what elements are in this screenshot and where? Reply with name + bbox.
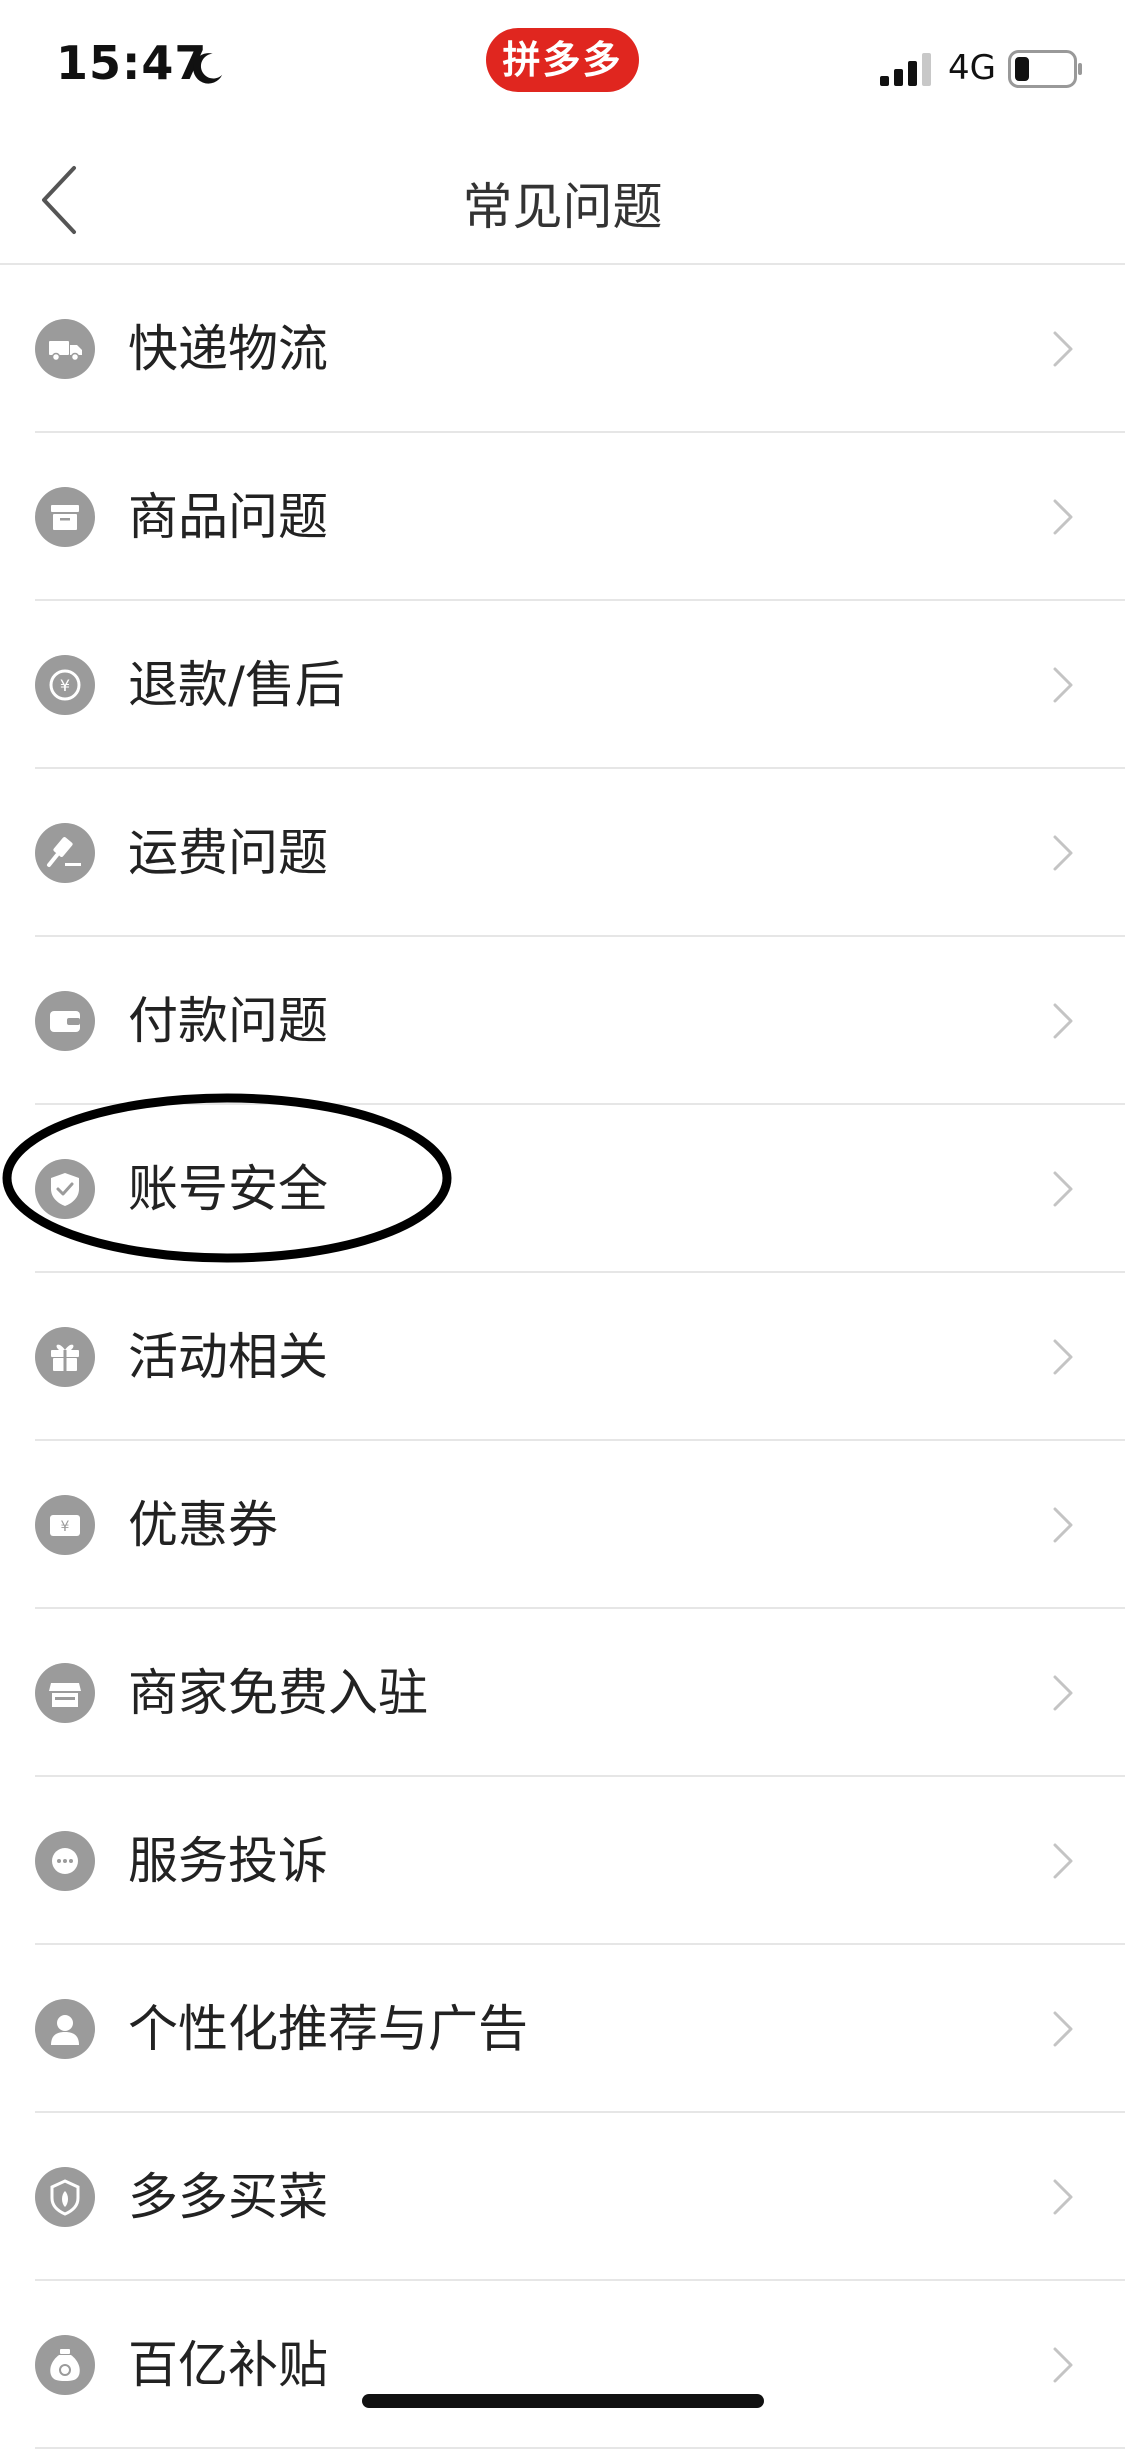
faq-item-subsidy[interactable]: 百亿补贴 (0, 2281, 1125, 2449)
person-icon (35, 1999, 95, 2059)
faq-item-label: 商品问题 (128, 488, 328, 546)
battery-icon (1008, 50, 1082, 88)
faq-list: 快递物流 商品问题 ¥ 退款/售后 运费问题 付款问题 账号安全 活动相关 ¥ … (0, 265, 1125, 2449)
wallet-icon (35, 991, 95, 1051)
faq-item-label: 退款/售后 (128, 656, 345, 714)
chevron-right-icon (1053, 1171, 1073, 1207)
faq-item-complaints[interactable]: 服务投诉 (0, 1777, 1125, 1945)
faq-item-logistics[interactable]: 快递物流 (0, 265, 1125, 433)
faq-item-refund[interactable]: ¥ 退款/售后 (0, 601, 1125, 769)
chevron-right-icon (1053, 1843, 1073, 1879)
box-icon (35, 487, 95, 547)
faq-item-label: 快递物流 (128, 320, 328, 378)
gavel-icon (35, 823, 95, 883)
faq-item-label: 个性化推荐与广告 (128, 2000, 528, 2058)
chevron-right-icon (1053, 1003, 1073, 1039)
chevron-right-icon (1053, 1675, 1073, 1711)
faq-item-personalized-ads[interactable]: 个性化推荐与广告 (0, 1945, 1125, 2113)
faq-item-shipping-fee[interactable]: 运费问题 (0, 769, 1125, 937)
page-title: 常见问题 (462, 178, 663, 236)
money-bag-icon (35, 2335, 95, 2395)
faq-item-label: 商家免费入驻 (128, 1664, 428, 1722)
faq-item-label: 运费问题 (128, 824, 328, 882)
faq-item-label: 付款问题 (128, 992, 328, 1050)
svg-text:¥: ¥ (61, 1519, 70, 1535)
chevron-right-icon (1053, 667, 1073, 703)
chevron-right-icon (1053, 835, 1073, 871)
faq-item-merchant-join[interactable]: 商家免费入驻 (0, 1609, 1125, 1777)
status-bar: 15:47 拼多多 4G (0, 0, 1125, 135)
chevron-right-icon (1053, 2347, 1073, 2383)
yuan-coin-icon: ¥ (35, 655, 95, 715)
chevron-right-icon (1053, 1507, 1073, 1543)
chevron-right-icon (1053, 499, 1073, 535)
faq-item-label: 活动相关 (128, 1328, 328, 1386)
chat-bubble-icon (35, 1831, 95, 1891)
nav-bar: 常见问题 (0, 135, 1125, 265)
gift-icon (35, 1327, 95, 1387)
faq-item-grocery[interactable]: 多多买菜 (0, 2113, 1125, 2281)
network-type: 4G (948, 48, 996, 88)
faq-item-account-security[interactable]: 账号安全 (0, 1105, 1125, 1273)
faq-item-activities[interactable]: 活动相关 (0, 1273, 1125, 1441)
status-time: 15:47 (56, 36, 208, 90)
app-badge: 拼多多 (486, 28, 639, 92)
chevron-right-icon (1053, 331, 1073, 367)
faq-item-product[interactable]: 商品问题 (0, 433, 1125, 601)
coupon-icon: ¥ (35, 1495, 95, 1555)
store-icon (35, 1663, 95, 1723)
faq-item-label: 服务投诉 (128, 1832, 328, 1890)
chevron-right-icon (1053, 2011, 1073, 2047)
faq-item-payment[interactable]: 付款问题 (0, 937, 1125, 1105)
home-indicator[interactable] (362, 2394, 764, 2408)
vegetable-badge-icon (35, 2167, 95, 2227)
faq-item-label: 优惠券 (128, 1496, 278, 1554)
faq-item-label: 多多买菜 (128, 2168, 328, 2226)
chevron-right-icon (1053, 2179, 1073, 2215)
signal-icon (880, 53, 931, 86)
chevron-right-icon (1053, 1339, 1073, 1375)
faq-item-label: 账号安全 (128, 1160, 328, 1218)
faq-item-label: 百亿补贴 (128, 2336, 328, 2394)
shield-icon (35, 1159, 95, 1219)
moon-icon (193, 53, 223, 84)
faq-item-coupons[interactable]: ¥ 优惠券 (0, 1441, 1125, 1609)
truck-icon (35, 319, 95, 379)
svg-text:¥: ¥ (60, 676, 70, 695)
